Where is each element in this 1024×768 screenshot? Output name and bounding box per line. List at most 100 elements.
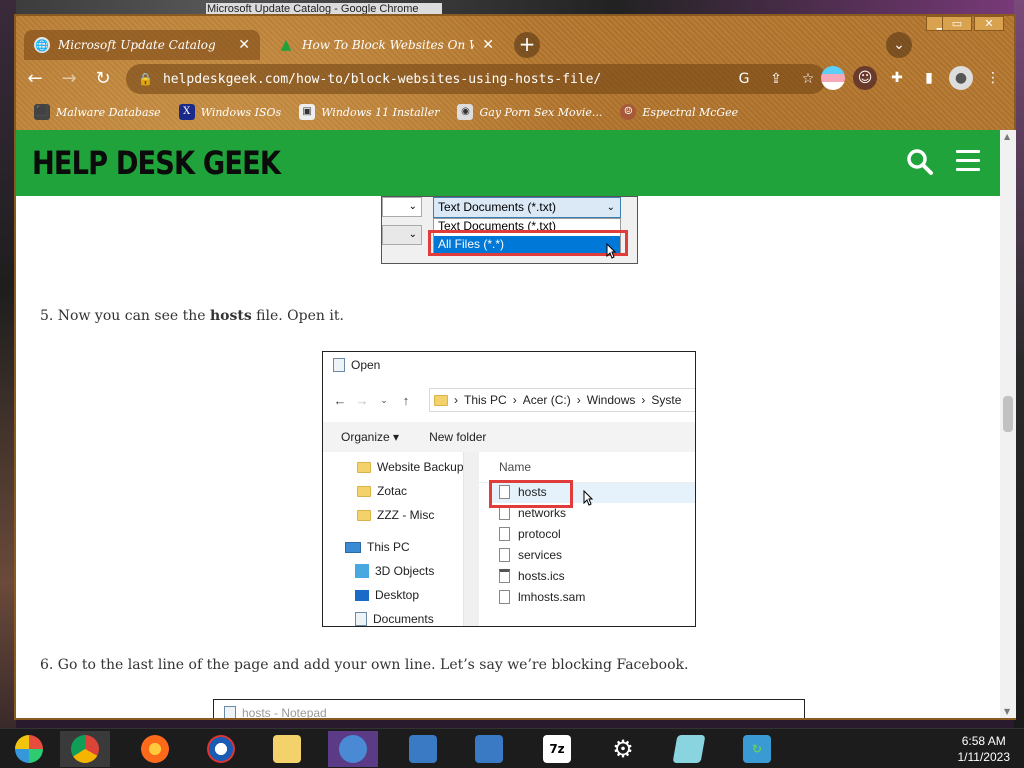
tab-search-button[interactable]: ⌄ — [886, 32, 912, 58]
nav-label: Desktop — [375, 588, 420, 602]
taskbar-settings[interactable]: ⚙ — [598, 731, 648, 767]
bookmark-label: Windows 11 Installer — [321, 105, 440, 119]
bookmark-label: Windows ISOs — [200, 105, 282, 119]
bookmark-malware-database[interactable]: ⬛ Malware Database — [34, 104, 161, 120]
nav-label: 3D Objects — [375, 564, 435, 578]
dialog-command-bar: Organize ▾ New folder — [323, 422, 695, 452]
url-text: helpdeskgeek.com/how-to/block-websites-u… — [162, 71, 602, 87]
chevron-right-icon: › — [576, 393, 581, 407]
tab-strip: 🌐 Microsoft Update Catalog ✕ ▲ How To Bl… — [16, 16, 1014, 60]
nav-item: This PC — [345, 540, 410, 554]
dropdown-small: ⌄ — [382, 225, 422, 245]
chevron-down-icon: ⌄ — [606, 202, 615, 213]
image-icon: ▣ — [299, 104, 316, 120]
documents-icon — [355, 612, 367, 626]
filetype-selected: Text Documents (*.txt) — [438, 200, 557, 214]
3d-objects-icon — [355, 564, 369, 578]
obama-icon — [207, 735, 235, 763]
taskbar-update[interactable]: ↻ — [732, 731, 782, 767]
taskbar-7zip[interactable]: 7z — [532, 731, 582, 767]
nav-item: Website Backups — [357, 460, 470, 474]
taskbar-file-explorer[interactable] — [262, 731, 312, 767]
nav-label: Documents — [373, 612, 434, 626]
address-bar[interactable]: 🔒 helpdeskgeek.com/how-to/block-websites… — [126, 64, 826, 94]
google-lens-icon[interactable]: G — [734, 69, 754, 89]
taskbar-firefox[interactable] — [130, 731, 180, 767]
chrome-icon — [71, 735, 99, 763]
browser-window: 🌐 Microsoft Update Catalog ✕ ▲ How To Bl… — [14, 14, 1016, 720]
site-header: HELP DESK GEEK — [16, 130, 1000, 196]
crumb: This PC — [464, 393, 507, 407]
browser-toolbar: ← → ↻ 🔒 helpdeskgeek.com/how-to/block-we… — [16, 62, 1014, 96]
scroll-down-arrow-icon[interactable]: ▼ — [1004, 707, 1010, 716]
bookmark-espectral-mcgee[interactable]: ☺ Espectral McGee — [620, 104, 738, 120]
taskbar-network-drive-2[interactable] — [464, 731, 514, 767]
scroll-up-arrow-icon[interactable]: ▲ — [1004, 132, 1010, 141]
close-tab-icon[interactable]: ✕ — [482, 37, 494, 53]
ics-file-icon — [499, 569, 510, 583]
search-icon[interactable] — [906, 148, 934, 176]
forward-button[interactable]: → — [54, 64, 84, 94]
bookmark-windows-11-installer[interactable]: ▣ Windows 11 Installer — [299, 104, 439, 120]
close-tab-icon[interactable]: ✕ — [238, 37, 250, 53]
reload-button[interactable]: ↻ — [88, 64, 118, 94]
maximize-button[interactable]: ▭ — [942, 16, 972, 31]
taskbar-network-drive[interactable] — [398, 731, 448, 767]
hamburger-menu-icon[interactable] — [956, 150, 980, 172]
tab-microsoft-update-catalog[interactable]: 🌐 Microsoft Update Catalog ✕ — [24, 30, 260, 60]
folder-icon — [357, 509, 371, 521]
x-icon: X — [178, 104, 195, 120]
highlight-box — [489, 480, 573, 508]
mouse-cursor-icon — [583, 490, 593, 506]
file-row: lmhosts.sam — [499, 590, 585, 604]
profile-extension-icon[interactable]: ☺ — [853, 66, 877, 90]
forward-arrow-icon: → — [355, 392, 369, 408]
step-6-text: 6. Go to the last line of the page and a… — [40, 657, 689, 673]
dialog-address-row: ← → ⌄ ↑ › This PC › Acer (C:) › Windows … — [323, 386, 695, 414]
new-folder-button: New folder — [429, 430, 487, 444]
side-panel-icon[interactable]: ▮ — [917, 66, 941, 90]
folder-icon — [434, 394, 448, 406]
scroll-thumb[interactable] — [1003, 396, 1013, 432]
settings-icon: ⚙ — [612, 735, 634, 763]
bookmarks-bar: ⬛ Malware Database X Windows ISOs ▣ Wind… — [16, 98, 1014, 126]
site-logo[interactable]: HELP DESK GEEK — [32, 144, 281, 182]
windows-start-icon — [15, 735, 43, 763]
crumb: Acer (C:) — [522, 393, 571, 407]
nav-item: ZZZ - Misc — [357, 508, 434, 522]
tab-title: Microsoft Update Catalog — [58, 38, 216, 52]
close-window-button[interactable]: ✕ — [974, 16, 1004, 31]
taskbar-chrome[interactable] — [60, 731, 110, 767]
taskbar-notepad[interactable] — [664, 731, 714, 767]
profile-avatar-icon[interactable]: ● — [949, 66, 973, 90]
bookmark-windows-isos[interactable]: X Windows ISOs — [178, 104, 282, 120]
taskbar: 7z ⚙ ↻ 6:58 AM 1/11/2023 — [0, 728, 1024, 768]
dialog-nav-pane: Website Backups Zotac ZZZ - Misc This PC… — [323, 452, 478, 626]
taskbar-obama[interactable] — [196, 731, 246, 767]
organize-menu: Organize ▾ — [341, 430, 400, 444]
avatar-icon: ☺ — [620, 104, 637, 120]
bookmark-site[interactable]: ◉ Gay Porn Sex Movie... — [457, 104, 602, 120]
name-column-header: Name — [499, 460, 532, 474]
start-button[interactable] — [4, 731, 54, 767]
share-icon[interactable]: ⇪ — [766, 69, 786, 89]
system-clock[interactable]: 6:58 AM 1/11/2023 — [958, 733, 1011, 765]
flag-extension-icon[interactable] — [821, 66, 845, 90]
tab-how-to-block-websites[interactable]: ▲ How To Block Websites On Windows ✕ — [268, 30, 504, 60]
folder-icon — [357, 461, 371, 473]
page-scrollbar[interactable]: ▲ ▼ — [1000, 130, 1016, 718]
notepad-icon — [224, 706, 236, 718]
bookmark-star-icon[interactable]: ☆ — [798, 69, 818, 89]
extensions-puzzle-icon[interactable]: ✚ — [885, 66, 909, 90]
file-icon — [499, 548, 510, 562]
new-tab-button[interactable]: + — [514, 32, 540, 58]
step-5-suffix: file. Open it. — [251, 308, 344, 324]
lock-icon[interactable]: 🔒 — [138, 72, 153, 86]
back-button[interactable]: ← — [20, 64, 50, 94]
bookmark-label: Espectral McGee — [642, 105, 739, 119]
notepad-screenshot: hosts - Notepad — [213, 699, 805, 718]
chrome-menu-icon[interactable]: ⋮ — [981, 66, 1005, 90]
nav-item: Documents — [355, 612, 434, 626]
taskbar-remote-users[interactable] — [328, 731, 378, 767]
dropdown-small: ⌄ — [382, 197, 422, 217]
